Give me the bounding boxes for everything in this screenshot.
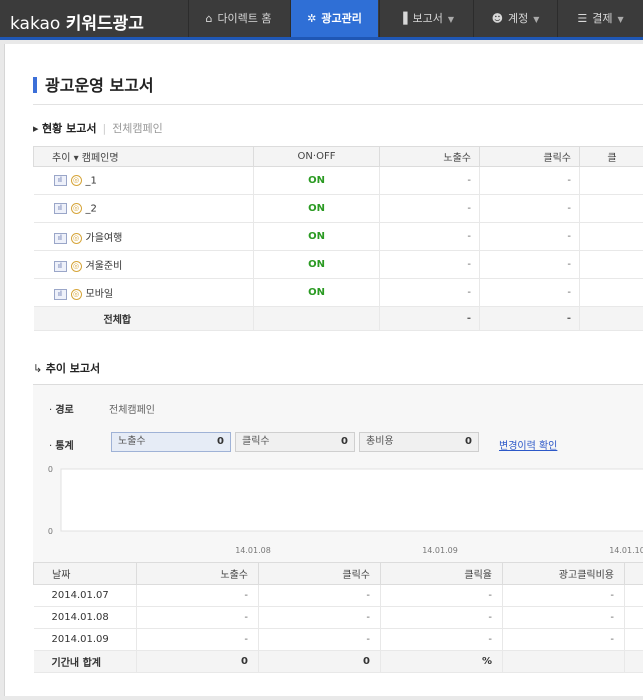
target-icon: ◎: [70, 288, 82, 300]
change-history-link[interactable]: 변경이력 확인: [499, 437, 557, 452]
y-tick-label: 0: [48, 465, 53, 474]
column-clicks: 클릭수: [479, 146, 580, 167]
nav-report[interactable]: ▐ 보고서 ▼: [379, 0, 473, 37]
column-onoff: ON·OFF: [253, 146, 380, 167]
main-content: 광고운영 보고서 ▸ 현황 보고서 | 전체캠페인 추이 ▾ 캠페인명 ON·OFF…: [4, 44, 643, 696]
nav-payment[interactable]: ☰ 결제 ▼: [557, 0, 643, 37]
stat-impressions[interactable]: 노출수 0: [111, 432, 231, 452]
table-row: ıl ◎ 모바일 ON - -: [33, 278, 643, 307]
campaign-name[interactable]: 가을여행: [86, 233, 123, 244]
x-tick-label: 14.01.10: [609, 546, 643, 555]
target-icon: ◎: [70, 260, 82, 272]
bullet-icon: ↳: [33, 362, 43, 375]
campaign-name[interactable]: _2: [86, 203, 97, 214]
table-total-row: 전체합 - -: [33, 306, 643, 331]
route-label: · 경로: [49, 405, 74, 416]
status-badge[interactable]: ON: [253, 194, 380, 223]
status-badge[interactable]: ON: [253, 278, 380, 307]
bullet-icon: ▸: [33, 122, 39, 135]
column-cpc: 광고클릭비용: [502, 562, 625, 585]
user-icon: ☻: [491, 12, 504, 25]
trend-chart-icon[interactable]: ıl: [53, 232, 67, 244]
stats-label: · 통계: [49, 441, 74, 452]
trend-chart-icon[interactable]: ıl: [53, 288, 67, 300]
chart-plot-area: [60, 468, 643, 532]
trend-chart-icon[interactable]: ıl: [53, 260, 67, 272]
campaign-name[interactable]: 모바일: [86, 289, 114, 300]
target-icon: ◎: [70, 174, 82, 186]
daily-report-table: 날짜 노출수 클릭수 클릭율 광고클릭비용 2014.01.07 - - - -…: [33, 562, 643, 673]
column-more: 클: [579, 146, 643, 167]
status-badge[interactable]: ON: [253, 250, 380, 279]
trend-chart-icon[interactable]: ıl: [53, 174, 67, 186]
table-row: 2014.01.07 - - - -: [33, 584, 643, 607]
nav-direct-home[interactable]: ⌂ 다이렉트 홈: [188, 0, 288, 37]
logo-brand: kakao: [10, 14, 61, 34]
status-report-table: 추이 ▾ 캠페인명 ON·OFF 노출수 클릭수 클 ıl ◎ _1 ON - - …: [33, 146, 643, 331]
y-tick-label: 0: [48, 527, 53, 536]
chevron-down-icon: ▼: [533, 15, 540, 24]
nav-account[interactable]: ☻ 계정 ▼: [473, 0, 557, 37]
stat-total-cost[interactable]: 총비용 0: [359, 432, 479, 452]
column-date: 날짜: [33, 562, 137, 585]
x-tick-label: 14.01.09: [422, 546, 458, 555]
stat-clicks[interactable]: 클릭수 0: [235, 432, 355, 452]
table-row: ıl ◎ 겨울준비 ON - -: [33, 250, 643, 279]
column-clicks: 클릭수: [258, 562, 381, 585]
home-icon: ⌂: [205, 12, 213, 25]
bar-chart-icon: ▐: [399, 12, 408, 25]
target-icon: ◎: [70, 202, 82, 214]
table-header-row: 추이 ▾ 캠페인명 ON·OFF 노출수 클릭수 클: [33, 146, 643, 167]
target-icon: ◎: [70, 232, 82, 244]
logo-product: 키워드광고: [65, 14, 144, 34]
logo[interactable]: kakao 키워드광고: [10, 9, 144, 34]
column-impressions: 노출수: [379, 146, 480, 167]
database-icon: ☰: [577, 12, 588, 25]
top-navigation-bar: kakao 키워드광고 ⌂ 다이렉트 홈 ✲ 광고관리 ▐ 보고서 ▼ ☻ 계정 ▼ ☰ 결제…: [0, 0, 643, 40]
status-report-heading: ▸ 현황 보고서 | 전체캠페인: [33, 122, 163, 135]
trend-chart-icon[interactable]: ıl: [53, 202, 67, 214]
chevron-down-icon: ▼: [447, 15, 454, 24]
chevron-down-icon: ▼: [617, 15, 624, 24]
title-divider: [33, 104, 643, 105]
nav-ad-management[interactable]: ✲ 광고관리: [290, 0, 378, 37]
table-row: ıl ◎ _1 ON - -: [33, 166, 643, 195]
column-campaign[interactable]: 추이 ▾ 캠페인명: [33, 146, 254, 167]
page-title: 광고운영 보고서: [33, 72, 154, 96]
trend-report-panel: · 경로 전체캠페인 · 통계 노출수 0 클릭수 0 총비용 0 변경이력 확인 0…: [33, 384, 643, 562]
trend-chart: 0 0 14.01.08 14.01.09 14.01.10: [48, 465, 643, 555]
table-row: ıl ◎ _2 ON - -: [33, 194, 643, 223]
table-row: ıl ◎ 가을여행 ON - -: [33, 222, 643, 251]
route-value: 전체캠페인: [109, 405, 155, 416]
gear-icon: ✲: [307, 12, 317, 25]
campaign-name[interactable]: _1: [86, 175, 97, 186]
status-badge[interactable]: ON: [253, 222, 380, 251]
x-tick-label: 14.01.08: [235, 546, 271, 555]
status-badge[interactable]: ON: [253, 166, 380, 195]
table-total-row: 기간내 합계 0 0 %: [33, 650, 643, 673]
table-row: 2014.01.08 - - - -: [33, 606, 643, 629]
trend-report-heading: ↳ 추이 보고서: [33, 362, 101, 375]
campaign-name[interactable]: 겨울준비: [86, 261, 123, 272]
column-ctr: 클릭율: [380, 562, 503, 585]
table-row: 2014.01.09 - - - -: [33, 628, 643, 651]
title-accent-bar: [33, 77, 37, 93]
table-header-row: 날짜 노출수 클릭수 클릭율 광고클릭비용: [33, 562, 643, 585]
column-impressions: 노출수: [136, 562, 259, 585]
